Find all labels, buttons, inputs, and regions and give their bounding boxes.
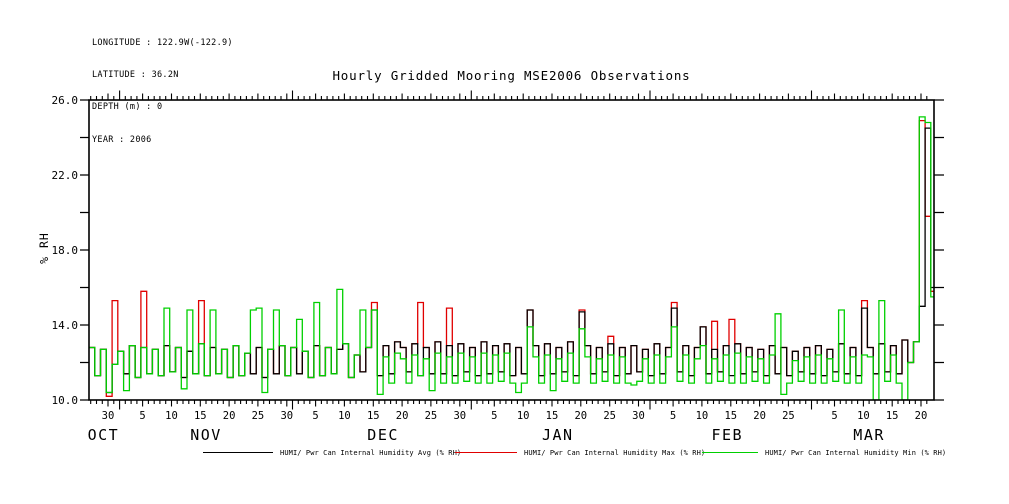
- y-tick-label: 22.0: [52, 169, 79, 182]
- x-day-tick-label: 25: [425, 410, 438, 422]
- x-day-tick-label: 5: [670, 410, 676, 422]
- x-day-tick-label: 25: [782, 410, 795, 422]
- y-axis-left-ticks: [80, 100, 89, 400]
- x-day-tick-label: 10: [857, 410, 870, 422]
- x-day-tick-label: 20: [396, 410, 409, 422]
- x-day-tick-label: 15: [194, 410, 207, 422]
- y-tick-label: 14.0: [52, 319, 79, 332]
- x-month-label: JAN: [542, 426, 574, 444]
- x-day-tick-label: 10: [338, 410, 351, 422]
- legend-label-avg: HUMI/ Pwr Can Internal Humidity Avg (% R…: [280, 449, 461, 457]
- y-axis-right-ticks: [934, 100, 944, 400]
- x-day-tick-label: 15: [546, 410, 559, 422]
- x-month-label: FEB: [712, 426, 744, 444]
- x-month-label: NOV: [190, 426, 222, 444]
- x-day-tick-label: 5: [312, 410, 318, 422]
- x-day-tick-label: 15: [367, 410, 380, 422]
- legend-line-avg: [203, 452, 273, 453]
- x-axis-top-ticks: [91, 91, 927, 101]
- chart-plot-area: 26.0 22.0 18.0 14.0 10.0 30 5 10 15 20 25 30 5 10 15 20…: [0, 0, 1009, 504]
- x-day-tick-label: 20: [574, 410, 587, 422]
- x-day-tick-label: 30: [632, 410, 645, 422]
- x-day-tick-label: 5: [831, 410, 837, 422]
- x-day-tick-label: 25: [252, 410, 265, 422]
- y-tick-label: 10.0: [52, 394, 79, 407]
- series-path-min: [89, 117, 934, 400]
- x-day-tick-label: 25: [603, 410, 616, 422]
- x-day-tick-label: 10: [165, 410, 178, 422]
- x-day-tick-label: 10: [696, 410, 709, 422]
- y-tick-label: 26.0: [52, 94, 79, 107]
- x-day-tick-label: 5: [139, 410, 145, 422]
- x-day-tick-label: 15: [886, 410, 899, 422]
- x-day-tick-label: 15: [724, 410, 737, 422]
- x-day-tick-label: 20: [753, 410, 766, 422]
- x-axis-bottom-ticks: [91, 400, 927, 410]
- x-day-tick-label: 30: [280, 410, 293, 422]
- x-month-label: MAR: [853, 426, 885, 444]
- y-tick-label: 18.0: [52, 244, 79, 257]
- x-day-tick-label: 5: [491, 410, 497, 422]
- x-day-tick-label: 20: [223, 410, 236, 422]
- legend-line-max: [455, 452, 517, 453]
- x-day-tick-label: 20: [915, 410, 928, 422]
- legend-label-max: HUMI/ Pwr Can Internal Humidity Max (% R…: [524, 449, 705, 457]
- legend-label-min: HUMI/ Pwr Can Internal Humidity Min (% R…: [765, 449, 946, 457]
- x-month-label: DEC: [367, 426, 399, 444]
- x-month-label: OCT: [88, 426, 120, 444]
- legend-line-min: [702, 452, 758, 453]
- x-day-tick-label: 30: [102, 410, 115, 422]
- x-day-tick-label: 10: [517, 410, 530, 422]
- x-day-tick-label: 30: [453, 410, 466, 422]
